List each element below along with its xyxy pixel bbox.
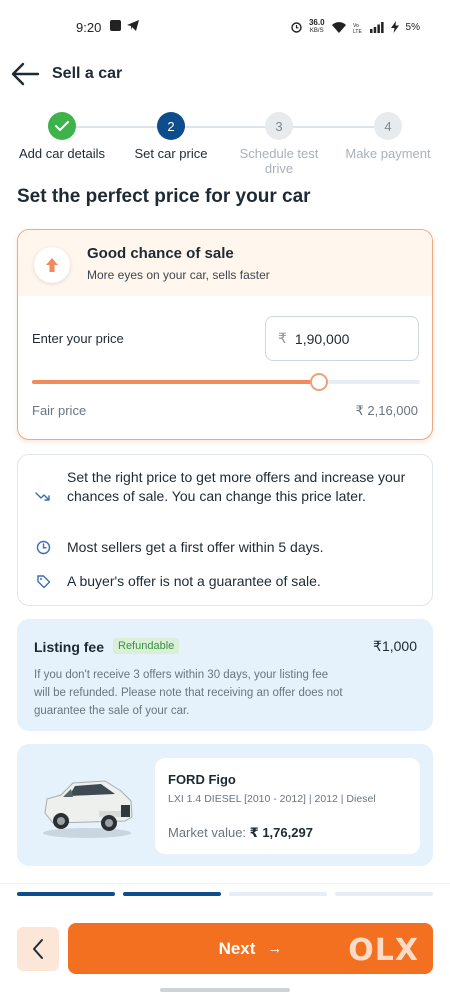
price-slider-thumb[interactable]: [310, 373, 329, 391]
alarm-icon: [291, 21, 302, 33]
tip-text: Set the right price to get more offers a…: [67, 469, 406, 504]
step-label: Set car price: [134, 146, 208, 161]
step-number: 3: [265, 112, 293, 140]
rupee-icon: ₹: [278, 330, 287, 346]
sale-chance-title: Good chance of sale: [87, 245, 234, 262]
next-button-label: Next: [218, 938, 256, 958]
step-number: 4: [374, 112, 402, 140]
status-bar: 9:20 36.0 KB/S Vo LTE 5%: [0, 0, 450, 56]
network-speed: 36.0 KB/S: [308, 18, 325, 35]
volte-icon: VoLTE: [353, 23, 362, 33]
price-card: Good chance of sale More eyes on your ca…: [17, 229, 433, 440]
refundable-badge: Refundable: [113, 638, 180, 654]
step-label: Add car details: [19, 146, 105, 161]
progress-segment: [123, 892, 221, 896]
arrow-right-icon: →: [267, 940, 283, 957]
back-arrow-icon[interactable]: [10, 60, 40, 88]
step-add-car-details: Add car details: [17, 112, 107, 161]
telegram-icon: [127, 20, 139, 31]
listing-fee-card: Listing fee Refundable ₹1,000 If you don…: [17, 619, 433, 731]
previous-button[interactable]: [17, 927, 59, 971]
step-make-payment: 4 Make payment: [343, 112, 433, 161]
olx-logo-watermark: OLX: [348, 933, 419, 968]
header: Sell a car: [0, 56, 450, 92]
sale-chance-banner: Good chance of sale More eyes on your ca…: [18, 230, 432, 296]
price-slider[interactable]: [32, 373, 420, 391]
progress-segment: [229, 892, 327, 896]
step-schedule-test-drive: 3 Schedule test drive: [234, 112, 324, 176]
status-time: 9:20: [76, 20, 102, 35]
stepper-line: [62, 126, 388, 128]
fair-price-label: Fair price: [32, 403, 87, 418]
tip-text: Most sellers get a first offer within 5 …: [67, 539, 324, 555]
system-status: 36.0 KB/S Vo LTE 5%: [291, 19, 420, 35]
price-tips-card: Set the right price to get more offers a…: [17, 454, 433, 606]
page-header-title: Sell a car: [52, 65, 123, 82]
battery-saver-icon: [390, 21, 399, 33]
car-summary-card: FORD Figo LXI 1.4 DIESEL [2010 - 2012] |…: [17, 744, 433, 866]
progress-segment: [335, 892, 433, 896]
car-variant: LXI 1.4 DIESEL [2010 - 2012] | 2012 | Di…: [168, 793, 376, 805]
car-name: FORD Figo: [168, 772, 236, 787]
step-label: Schedule test drive: [239, 146, 319, 176]
listing-fee-amount: ₹1,000: [373, 638, 417, 654]
wifi-icon: [331, 21, 346, 33]
next-button[interactable]: Next → OLX: [68, 923, 433, 974]
price-input-value: 1,90,000: [294, 330, 350, 347]
price-input[interactable]: ₹ 1,90,000: [265, 316, 419, 361]
car-image: [43, 780, 133, 838]
svg-text:LTE: LTE: [353, 29, 362, 33]
fair-price-value: ₹ 2,16,000: [355, 403, 419, 418]
market-value-label: Market value:: [168, 825, 247, 840]
trend-down-icon: [32, 486, 54, 508]
market-value-amount: ₹ 1,76,297: [249, 825, 313, 840]
sale-chance-subtitle: More eyes on your car, sells faster: [87, 268, 270, 282]
listing-fee-description: If you don't receive 3 offers within 30 …: [34, 669, 343, 717]
app-notification-icon: [110, 20, 121, 31]
chevron-left-icon: [33, 939, 43, 959]
form-progress: [17, 892, 433, 896]
price-slider-fill: [32, 380, 320, 384]
stepper: Add car details 2 Set car price 3 Schedu…: [0, 112, 450, 182]
home-indicator[interactable]: [160, 988, 290, 992]
arrow-up-icon: [34, 247, 70, 283]
page-title: Set the perfect price for your car: [17, 186, 311, 207]
listing-fee-title: Listing fee: [34, 639, 105, 655]
price-input-label: Enter your price: [32, 331, 124, 346]
tag-icon: [32, 570, 54, 592]
step-set-car-price: 2 Set car price: [126, 112, 216, 161]
check-icon: [48, 112, 76, 140]
step-number: 2: [157, 112, 185, 140]
car-details: FORD Figo LXI 1.4 DIESEL [2010 - 2012] |…: [155, 758, 420, 854]
signal-icon: [369, 21, 384, 33]
step-label: Make payment: [345, 146, 431, 161]
clock-icon: [32, 536, 54, 558]
battery-level: 5%: [405, 21, 420, 33]
divider: [0, 883, 450, 884]
tip-text: A buyer's offer is not a guarantee of sa…: [67, 573, 321, 589]
notification-icons: [110, 20, 139, 31]
car-market-value: Market value: ₹ 1,76,297: [168, 825, 313, 841]
progress-segment: [17, 892, 115, 896]
